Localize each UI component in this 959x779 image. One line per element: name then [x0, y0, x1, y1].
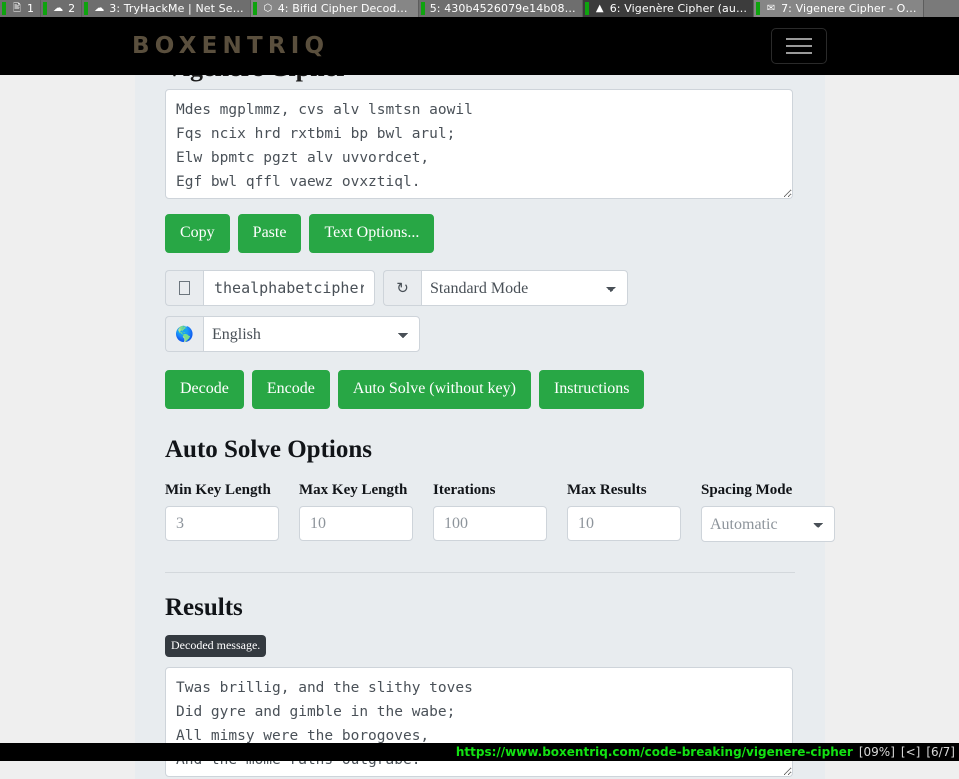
browser-tab-7[interactable]: ✉ 7: Vigenere Cipher - O… — [754, 0, 924, 17]
site-logo[interactable]: BOXENTRIQ — [132, 33, 329, 59]
tab-active-stripe — [756, 2, 761, 15]
triangle-icon: ▲ — [595, 2, 604, 14]
missing-glyph-box — [179, 281, 190, 295]
max-results-field: Max Results — [567, 482, 681, 542]
mode-input-group: ↻ Standard Mode — [383, 270, 628, 306]
iterations-input[interactable] — [433, 506, 547, 541]
browser-tab-label: 3: TryHackMe | Net Se… — [109, 2, 244, 15]
auto-solve-button[interactable]: Auto Solve (without key) — [337, 370, 531, 409]
status-tab-position: [6/7] — [926, 745, 955, 759]
content-container: Vigenère Cipher Mdes mgplmmz, cvs alv ls… — [135, 75, 835, 779]
iterations-field: Iterations — [433, 482, 547, 542]
envelope-icon: ✉ — [766, 2, 776, 14]
tab-active-stripe — [84, 2, 89, 15]
browser-tab-1[interactable]: 🖹 1 — [0, 0, 42, 17]
min-key-length-label: Min Key Length — [165, 482, 271, 498]
results-heading: Results — [165, 594, 243, 621]
max-results-label: Max Results — [567, 482, 647, 498]
navbar-toggle-button[interactable] — [771, 28, 827, 64]
spacing-mode-select[interactable]: Automatic — [701, 506, 835, 542]
instructions-button[interactable]: Instructions — [538, 370, 645, 409]
copy-button[interactable]: Copy — [165, 214, 230, 253]
status-progress: [09%] — [858, 745, 895, 759]
max-results-input[interactable] — [567, 506, 681, 541]
text-options-button[interactable]: Text Options... — [309, 214, 435, 253]
browser-tab-label: 5: 430b4526079e14b08… — [429, 2, 576, 15]
section-divider — [165, 572, 795, 573]
refresh-icon[interactable]: ↻ — [383, 270, 421, 306]
cipher-mode-select[interactable]: Standard Mode — [421, 270, 628, 306]
tab-active-stripe — [2, 2, 6, 15]
decode-button[interactable]: Decode — [165, 370, 244, 409]
browser-tab-5[interactable]: 5: 430b4526079e14b08… — [418, 0, 583, 17]
spacing-mode-label: Spacing Mode — [701, 482, 793, 498]
key-input-group — [165, 270, 375, 306]
encode-button[interactable]: Encode — [251, 370, 330, 409]
key-input[interactable] — [203, 270, 375, 306]
browser-tab-label: 1 — [27, 2, 35, 15]
globe-icon: 🌎 — [165, 316, 203, 352]
max-key-length-field: Max Key Length — [299, 482, 413, 542]
iterations-label: Iterations — [433, 482, 496, 498]
tab-active-stripe — [252, 2, 257, 15]
cipher-input-textarea[interactable]: Mdes mgplmmz, cvs alv lsmtsn aowil Fqs n… — [165, 89, 793, 199]
browser-status-bar: https://www.boxentriq.com/code-breaking/… — [0, 743, 959, 761]
hamburger-bar — [786, 38, 812, 40]
tab-active-stripe — [420, 2, 425, 15]
page-title: Vigenère Cipher — [165, 75, 795, 87]
cloud-icon: ☁ — [53, 2, 64, 14]
browser-tab-bar: 🖹 1 ☁ 2 ☁ 3: TryHackMe | Net Se… ⬡ 4: Bi… — [0, 0, 959, 17]
language-input-group: 🌎 English — [165, 316, 795, 352]
tab-active-stripe — [43, 2, 48, 15]
browser-tab-4[interactable]: ⬡ 4: Bifid Cipher Decode… — [250, 0, 419, 17]
browser-tab-label: 2 — [68, 2, 76, 15]
hamburger-bar — [786, 45, 812, 47]
tab-active-stripe — [584, 2, 589, 15]
shield-icon: ⬡ — [263, 2, 273, 14]
browser-tab-2[interactable]: ☁ 2 — [41, 0, 83, 17]
browser-tab-label: 6: Vigenère Cipher (au… — [609, 2, 748, 15]
status-badge: Decoded message. — [165, 635, 267, 657]
site-navbar: BOXENTRIQ — [0, 17, 959, 75]
hamburger-bar — [786, 52, 812, 54]
cloud-icon: ☁ — [94, 2, 105, 14]
min-key-length-input[interactable] — [165, 506, 279, 541]
browser-tab-6[interactable]: ▲ 6: Vigenère Cipher (au… — [582, 0, 755, 17]
key-icon — [165, 270, 203, 306]
status-url: https://www.boxentriq.com/code-breaking/… — [455, 745, 853, 759]
status-nav-indicator: [<] — [900, 745, 921, 759]
paste-button[interactable]: Paste — [237, 214, 302, 253]
browser-tab-label: 7: Vigenere Cipher - O… — [781, 2, 917, 15]
max-key-length-input[interactable] — [299, 506, 413, 541]
auto-solve-options-heading: Auto Solve Options — [165, 436, 372, 463]
document-icon: 🖹 — [12, 2, 22, 14]
max-key-length-label: Max Key Length — [299, 482, 408, 498]
page-body: Vigenère Cipher Mdes mgplmmz, cvs alv ls… — [0, 75, 959, 779]
min-key-length-field: Min Key Length — [165, 482, 279, 542]
browser-tab-3[interactable]: ☁ 3: TryHackMe | Net Se… — [82, 0, 251, 17]
browser-tab-label: 4: Bifid Cipher Decode… — [277, 2, 412, 15]
spacing-mode-field: Spacing Mode Automatic — [701, 482, 835, 542]
language-select[interactable]: English — [203, 316, 420, 352]
